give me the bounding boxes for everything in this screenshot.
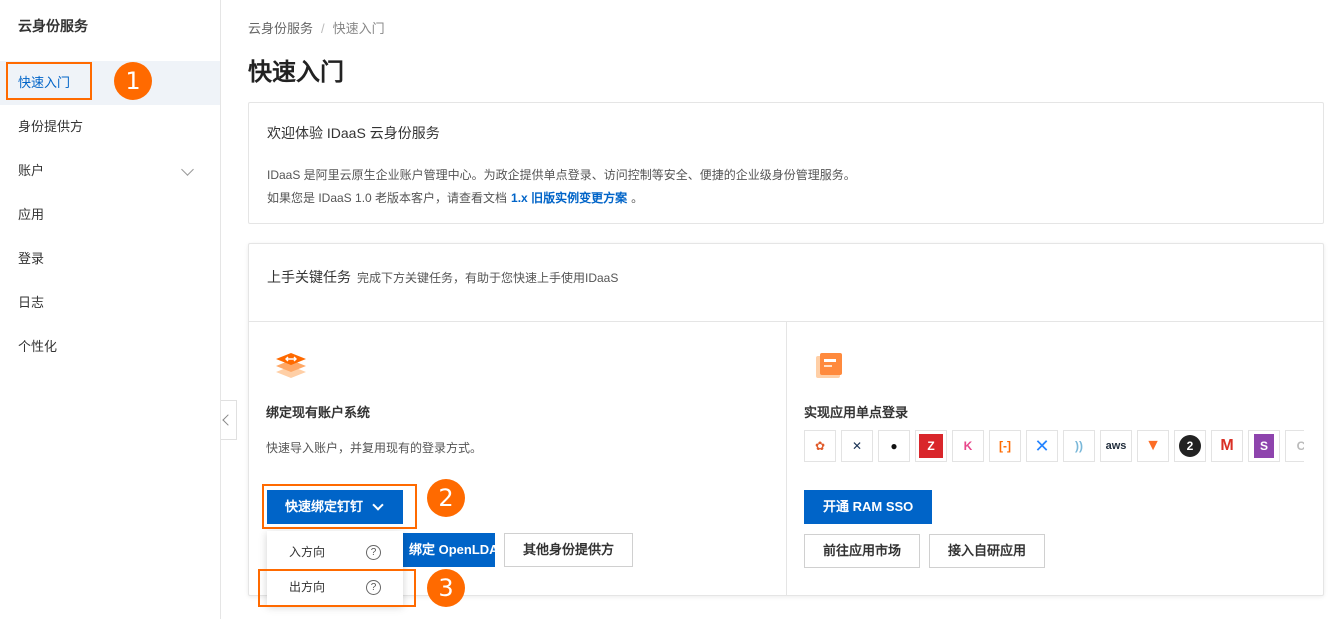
welcome-description: IDaaS 是阿里云原生企业账户管理中心。为政企提供单点登录、访问控制等安全、便…	[267, 168, 856, 182]
github-app-icon: ●	[890, 439, 898, 453]
welcome-doc-line: 如果您是 IDaaS 1.0 老版本客户，请查看文档 1.x 旧版实例变更方案。	[267, 189, 643, 206]
doc-link[interactable]: 1.x 旧版实例变更方案	[511, 191, 627, 205]
colorful-circles-app-icon: ✿	[814, 439, 826, 453]
sidebar-collapse-button[interactable]	[221, 400, 237, 440]
app-icon-7[interactable]: ))	[1063, 430, 1095, 462]
step-badge-1: 1	[114, 62, 152, 100]
tasks-header: 上手关键任务 完成下方关键任务，有助于您快速上手使用IDaaS	[267, 267, 618, 287]
sidebar-item-identity-provider[interactable]: 身份提供方	[0, 105, 220, 149]
step-badge-2: 2	[427, 479, 465, 517]
sidebar-item-personalization[interactable]: 个性化	[0, 325, 220, 369]
app-icon-8[interactable]: aws	[1100, 430, 1132, 462]
welcome-title: 欢迎体验 IDaaS 云身份服务	[267, 125, 440, 141]
app-icon-4[interactable]: K	[952, 430, 984, 462]
jenkins-app-icon: ✕	[851, 439, 863, 453]
wave-app-icon: ))	[1075, 439, 1083, 453]
sidebar-item-logs[interactable]: 日志	[0, 281, 220, 325]
breadcrumb-root[interactable]: 云身份服务	[248, 21, 313, 36]
kibana-app-icon: K	[963, 439, 973, 453]
connect-custom-app-button[interactable]: 接入自研应用	[929, 534, 1046, 568]
sidebar-item-accounts[interactable]: 账户	[0, 149, 220, 193]
step-badge-3: 3	[427, 569, 465, 607]
sidebar-title: 云身份服务	[18, 18, 88, 34]
go-to-app-market-button[interactable]: 前往应用市场	[804, 534, 921, 568]
breadcrumb-current: 快速入门	[332, 21, 385, 36]
sidebar-item-label: 账户	[18, 163, 45, 178]
gitlab-app-icon: ▼	[1145, 437, 1161, 454]
gmail-app-icon: M	[1220, 437, 1234, 454]
other-identity-provider-button[interactable]: 其他身份提供方	[504, 533, 634, 567]
menu-item-label: 入方向	[289, 545, 326, 559]
purple-s-app-icon: S	[1254, 434, 1274, 458]
breadcrumb-separator: /	[321, 21, 325, 36]
tasks-subtitle: 完成下方关键任务，有助于您快速上手使用IDaaS	[357, 271, 619, 285]
aliyun-app-icon: [-]	[999, 439, 1011, 453]
tasks-column-divider	[786, 322, 787, 596]
page-title: 快速入门	[248, 59, 344, 86]
doc-prefix: 如果您是 IDaaS 1.0 老版本客户，请查看文档	[267, 191, 508, 205]
app-icon-11[interactable]: M	[1211, 430, 1243, 462]
app-sso-title: 实现应用单点登录	[804, 405, 909, 420]
doc-suffix: 。	[631, 191, 644, 205]
bind-accounts-desc: 快速导入账户，并复用现有的登录方式。	[266, 441, 483, 455]
menu-item-inbound[interactable]: 入方向 ?	[267, 534, 403, 570]
chevron-down-icon	[181, 163, 194, 176]
help-icon[interactable]: ?	[366, 545, 381, 560]
app-icon-3[interactable]: Z	[915, 430, 947, 462]
app-icon-6[interactable]: ✕	[1026, 430, 1058, 462]
app-icon-0[interactable]: ✿	[804, 430, 836, 462]
sidebar-item-login[interactable]: 登录	[0, 237, 220, 281]
app-icon-1[interactable]: ✕	[841, 430, 873, 462]
highlight-box-3	[258, 569, 416, 607]
app-icon-row: ✿ ✕ ● Z K [-] ✕ )) aws ▼ 2 M S C	[804, 430, 1304, 462]
aws-app-icon: aws	[1105, 440, 1127, 452]
bind-openldap-button[interactable]: 绑定 OpenLDAP	[388, 533, 507, 567]
app-icon-5[interactable]: [-]	[989, 430, 1021, 462]
tasks-title: 上手关键任务	[267, 269, 351, 285]
confluence-app-icon: ✕	[1034, 436, 1050, 456]
partial-app-icon: C	[1296, 439, 1304, 453]
app-sso-icon	[816, 353, 842, 378]
app-icon-10[interactable]: 2	[1174, 430, 1206, 462]
bind-accounts-title: 绑定现有账户系统	[266, 405, 371, 420]
app-icon-13[interactable]: C	[1285, 430, 1304, 462]
layers-icon	[276, 353, 306, 378]
app-icon-12[interactable]: S	[1248, 430, 1280, 462]
app-icon-2[interactable]: ●	[878, 430, 910, 462]
highlight-box-2	[262, 484, 417, 529]
sidebar-item-applications[interactable]: 应用	[0, 193, 220, 237]
app-icon-9[interactable]: ▼	[1137, 430, 1169, 462]
highlight-box-1	[6, 62, 92, 100]
zentao-app-icon: Z	[919, 434, 943, 458]
welcome-card: 欢迎体验 IDaaS 云身份服务 IDaaS 是阿里云原生企业账户管理中心。为政…	[248, 102, 1324, 224]
enable-ram-sso-button[interactable]: 开通 RAM SSO	[804, 490, 933, 524]
number-two-app-icon: 2	[1179, 435, 1201, 457]
breadcrumb: 云身份服务 / 快速入门	[248, 18, 385, 37]
